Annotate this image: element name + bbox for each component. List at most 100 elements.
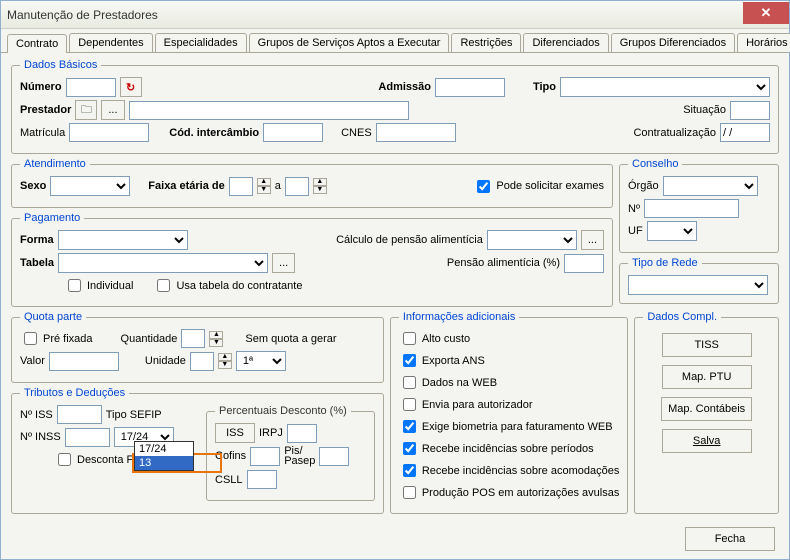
info-item-6[interactable]: Recebe incidências sobre acomodações [399,461,620,480]
tab-especialidades[interactable]: Especialidades [155,33,247,52]
n-inss-input[interactable] [65,428,110,447]
faixa-to-spin[interactable]: ▲▼ [313,178,327,194]
tipo-rede-select[interactable] [628,275,768,295]
pis-input[interactable] [319,447,349,466]
quantidade-label: Quantidade [121,333,178,345]
legend-dados-basicos: Dados Básicos [20,59,101,71]
calculo-browse-button[interactable]: ... [581,230,604,250]
faixa-to-input[interactable] [285,177,309,196]
info-item-0[interactable]: Alto custo [399,329,620,348]
numero-label: Número [20,81,62,93]
info-item-3[interactable]: Envia para autorizador [399,395,620,414]
legend-quota: Quota parte [20,311,86,323]
info-checkbox-7[interactable] [403,486,416,499]
tabela-browse-button[interactable]: ... [272,253,295,273]
contratualizacao-label: Contratualização [633,127,716,139]
csll-input[interactable] [247,470,277,489]
pensao-pct-input[interactable] [564,254,604,273]
calculo-label: Cálculo de pensão alimentícia [336,234,483,246]
pre-fixada-checkbox[interactable]: Pré fixada [20,329,93,348]
valor-input[interactable] [49,352,119,371]
tiss-button[interactable]: TISS [662,333,752,357]
desconta-fas-checkbox[interactable]: Desconta FA [54,450,140,469]
iss-button[interactable]: ISS [215,423,255,443]
tab-restricoes[interactable]: Restrições [451,33,521,52]
calculo-select[interactable] [487,230,577,250]
forma-label: Forma [20,234,54,246]
tipo-sefip-label: Tipo SEFIP [106,409,162,421]
individual-checkbox[interactable]: Individual [64,276,133,295]
pre-fixada-input[interactable] [24,332,37,345]
folder-icon: 🗀 [81,101,92,120]
prestador-lookup-icon-button[interactable]: 🗀 [75,100,97,120]
cod-intercambio-input[interactable] [263,123,323,142]
legend-atendimento: Atendimento [20,158,90,170]
quantidade-spin[interactable]: ▲▼ [209,331,223,347]
info-checkbox-0[interactable] [403,332,416,345]
admissao-input[interactable] [435,78,505,97]
info-item-4[interactable]: Exige biometria para faturamento WEB [399,417,620,436]
tab-contrato[interactable]: Contrato [7,34,67,53]
info-checkbox-4[interactable] [403,420,416,433]
close-button[interactable]: ✕ [743,2,789,24]
n-iss-input[interactable] [57,405,102,424]
sefip-option-0[interactable]: 17/24 [135,442,193,456]
tab-grupos-servicos[interactable]: Grupos de Serviços Aptos a Executar [249,33,450,52]
matricula-input[interactable] [69,123,149,142]
pode-solicitar-checkbox[interactable]: Pode solicitar exames [473,177,604,196]
numero-input[interactable] [66,78,116,97]
tabela-select[interactable] [58,253,268,273]
desconta-fas-input[interactable] [58,453,71,466]
prestador-input[interactable] [129,101,409,120]
orgao-select[interactable] [663,176,758,196]
unidade-input[interactable] [190,352,214,371]
refresh-button[interactable]: ↻ [120,77,142,97]
irpj-input[interactable] [287,424,317,443]
forma-select[interactable] [58,230,188,250]
conselho-num-input[interactable] [644,199,739,218]
info-item-7[interactable]: Produção POS em autorizações avulsas [399,483,620,502]
faixa-from-input[interactable] [229,177,253,196]
salva-button[interactable]: Salva [662,429,752,453]
info-checkbox-5[interactable] [403,442,416,455]
cnes-input[interactable] [376,123,456,142]
sefip-option-1[interactable]: 13 [135,456,193,470]
irpj-label: IRPJ [259,427,283,439]
faixa-from-spin[interactable]: ▲▼ [257,178,271,194]
quantidade-input[interactable] [181,329,205,348]
usa-tabela-checkbox[interactable]: Usa tabela do contratante [153,276,302,295]
info-item-2[interactable]: Dados na WEB [399,373,620,392]
sexo-select[interactable] [50,176,130,196]
tipo-select[interactable] [560,77,770,97]
tab-horarios[interactable]: Horários [737,33,790,52]
unidade-spin[interactable]: ▲▼ [218,353,232,369]
pode-solicitar-input[interactable] [477,180,490,193]
map-ptu-button[interactable]: Map. PTU [662,365,752,389]
prestador-browse-button[interactable]: ... [101,100,124,120]
info-checkbox-1[interactable] [403,354,416,367]
fecha-button[interactable]: Fecha [685,527,775,551]
situacao-input[interactable] [730,101,770,120]
cofins-input[interactable] [250,447,280,466]
map-contabeis-button[interactable]: Map. Contábeis [661,397,752,421]
info-checkbox-6[interactable] [403,464,416,477]
uf-select[interactable] [647,221,697,241]
legend-pagamento: Pagamento [20,212,84,224]
individual-input[interactable] [68,279,81,292]
info-checkbox-2[interactable] [403,376,416,389]
csll-label: CSLL [215,474,243,486]
usa-tabela-input[interactable] [157,279,170,292]
tab-dependentes[interactable]: Dependentes [69,33,152,52]
n-iss-label: Nº ISS [20,409,53,421]
tab-diferenciados[interactable]: Diferenciados [523,33,608,52]
faixa-a: a [275,180,281,192]
info-item-1[interactable]: Exporta ANS [399,351,620,370]
info-item-5[interactable]: Recebe incidências sobre períodos [399,439,620,458]
ordinal-select[interactable]: 1ª [236,351,286,371]
sem-quota-label: Sem quota a gerar [245,333,336,345]
contratualizacao-input[interactable] [720,123,770,142]
tipo-sefip-dropdown[interactable]: 17/24 13 [134,441,194,471]
info-checkbox-3[interactable] [403,398,416,411]
tab-grupos-diferenciados[interactable]: Grupos Diferenciados [611,33,735,52]
legend-tipo-rede: Tipo de Rede [628,257,702,269]
